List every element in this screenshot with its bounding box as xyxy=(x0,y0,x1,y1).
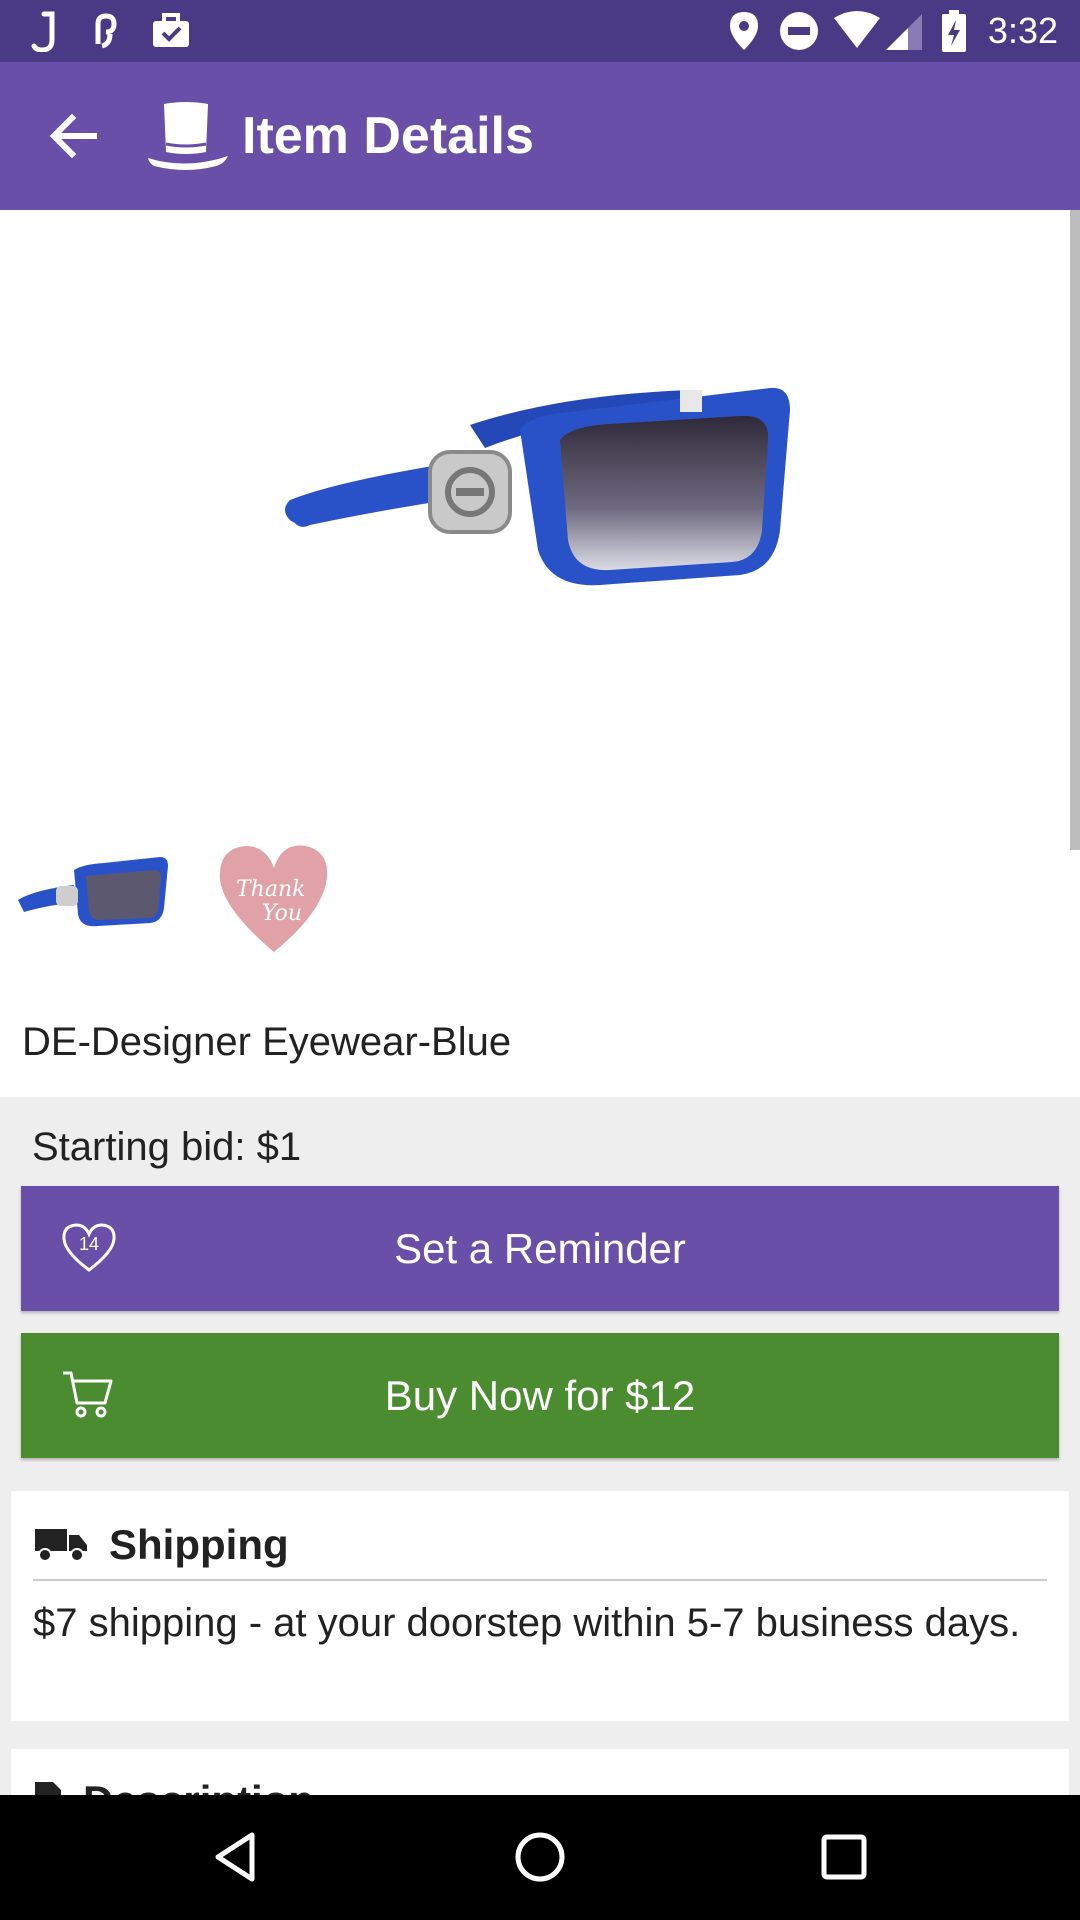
link-icon xyxy=(86,10,126,52)
buy-now-label: Buy Now for $12 xyxy=(384,1371,696,1419)
shipping-card: Shipping $7 shipping - at your doorstep … xyxy=(11,1491,1069,1721)
thank-text: Thank xyxy=(236,877,305,902)
page-title: Item Details xyxy=(242,107,534,165)
starting-bid: Starting bid: $1 xyxy=(32,1125,302,1169)
status-bar: 3:32 xyxy=(0,0,1080,62)
briefcase-check-icon xyxy=(150,10,192,52)
j-app-icon xyxy=(30,10,60,52)
location-icon xyxy=(728,10,760,52)
wifi-icon xyxy=(832,10,882,52)
thank-you-heart-thumbnail[interactable]: Thank You xyxy=(214,840,334,955)
home-nav-icon[interactable] xyxy=(510,1827,570,1887)
top-hat-icon xyxy=(146,100,230,172)
set-reminder-button[interactable]: 14 Set a Reminder xyxy=(21,1186,1059,1311)
scrollbar[interactable] xyxy=(1070,210,1080,850)
navigation-bar xyxy=(0,1795,1080,1920)
truck-icon xyxy=(33,1523,89,1568)
status-time: 3:32 xyxy=(987,10,1058,51)
recents-nav-icon[interactable] xyxy=(814,1827,874,1887)
signal-icon xyxy=(884,10,924,52)
item-title: DE-Designer Eyewear-Blue xyxy=(22,1020,512,1064)
reminder-count: 14 xyxy=(79,1234,99,1254)
heart-count-icon: 14 xyxy=(61,1222,117,1284)
cart-icon xyxy=(61,1369,113,1429)
shipping-title: Shipping xyxy=(109,1521,289,1568)
back-nav-icon[interactable] xyxy=(206,1827,266,1887)
arrow-back-icon[interactable] xyxy=(44,106,104,166)
you-text: You xyxy=(262,901,302,926)
do-not-disturb-icon xyxy=(778,10,820,52)
shipping-text: $7 shipping - at your doorstep within 5-… xyxy=(33,1601,1021,1645)
shipping-header: Shipping xyxy=(33,1513,289,1577)
sunglasses-thumbnail[interactable] xyxy=(14,830,170,940)
buy-now-button[interactable]: Buy Now for $12 xyxy=(21,1333,1059,1458)
divider xyxy=(33,1579,1047,1581)
battery-charging-icon xyxy=(940,10,968,52)
product-image[interactable] xyxy=(270,360,810,640)
app-bar: Item Details xyxy=(0,62,1080,210)
set-reminder-label: Set a Reminder xyxy=(394,1224,686,1272)
